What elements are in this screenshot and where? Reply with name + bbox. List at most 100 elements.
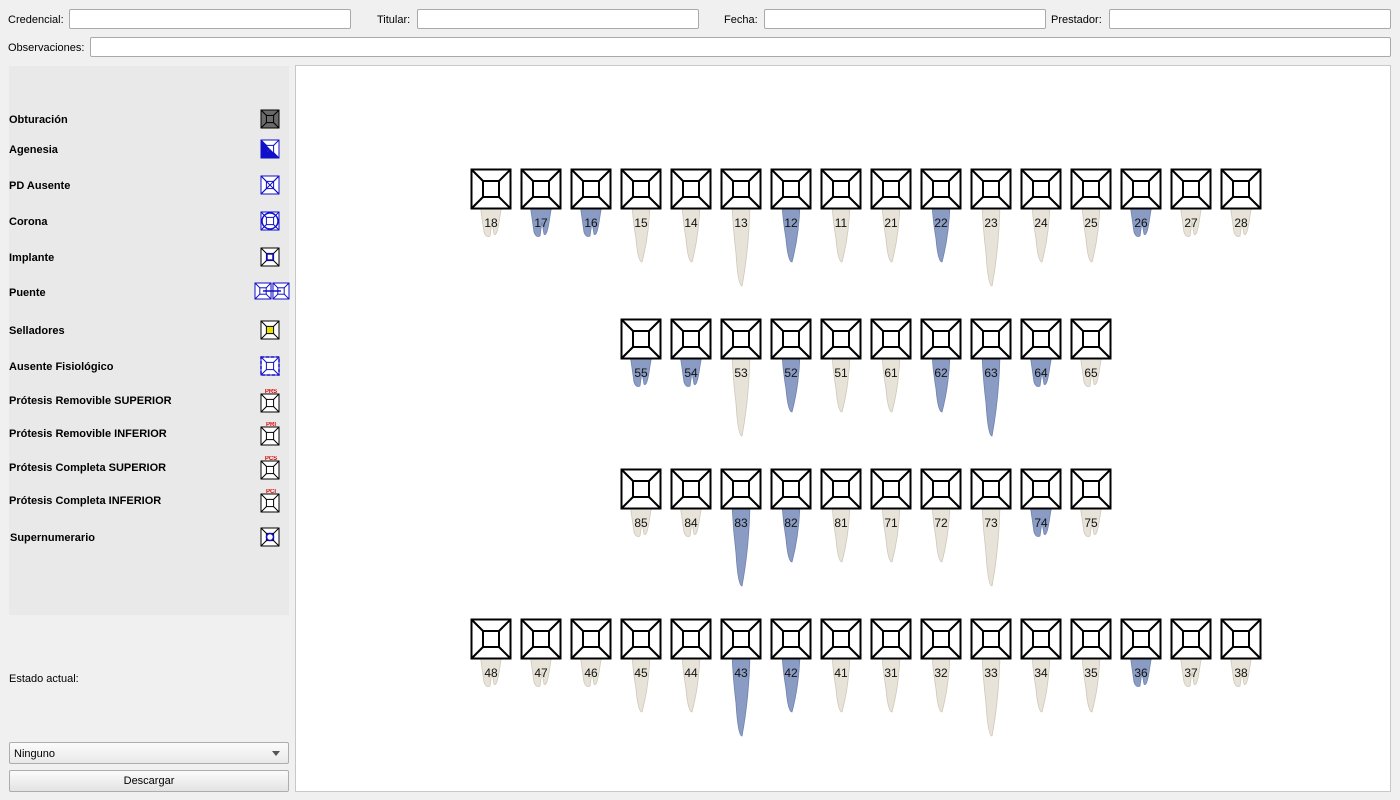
tooth-45[interactable]: 45: [620, 618, 662, 738]
tooth-55[interactable]: 55: [620, 318, 662, 438]
tooth-23[interactable]: 23: [970, 168, 1012, 288]
tooth-surface-grid[interactable]: [1220, 168, 1262, 210]
tooth-12[interactable]: 12: [770, 168, 812, 288]
tooth-surface-grid[interactable]: [970, 468, 1012, 510]
tooth-34[interactable]: 34: [1020, 618, 1062, 738]
tooth-surface-grid[interactable]: [770, 618, 812, 660]
tooth-surface-grid[interactable]: [920, 168, 962, 210]
tooth-surface-grid[interactable]: [970, 618, 1012, 660]
tooth-81[interactable]: 81: [820, 468, 862, 588]
tooth-37[interactable]: 37: [1170, 618, 1212, 738]
tooth-surface-grid[interactable]: [1170, 618, 1212, 660]
tooth-surface-grid[interactable]: [620, 618, 662, 660]
legend-item[interactable]: Prótesis Completa SUPERIOR PCS: [9, 456, 289, 480]
titular-field[interactable]: [417, 9, 699, 29]
legend-item[interactable]: Obturación: [9, 108, 289, 132]
tooth-surface-grid[interactable]: [720, 468, 762, 510]
tooth-surface-grid[interactable]: [1220, 618, 1262, 660]
tooth-83[interactable]: 83: [720, 468, 762, 588]
fecha-field[interactable]: [764, 9, 1046, 29]
tooth-26[interactable]: 26: [1120, 168, 1162, 288]
tooth-64[interactable]: 64: [1020, 318, 1062, 438]
tooth-16[interactable]: 16: [570, 168, 612, 288]
observaciones-field[interactable]: [90, 37, 1391, 57]
tooth-11[interactable]: 11: [820, 168, 862, 288]
tooth-surface-grid[interactable]: [620, 168, 662, 210]
tooth-42[interactable]: 42: [770, 618, 812, 738]
tooth-73[interactable]: 73: [970, 468, 1012, 588]
tooth-surface-grid[interactable]: [1020, 618, 1062, 660]
tooth-44[interactable]: 44: [670, 618, 712, 738]
legend-item[interactable]: Agenesia: [9, 138, 289, 162]
legend-item[interactable]: Implante: [9, 246, 289, 270]
tooth-84[interactable]: 84: [670, 468, 712, 588]
tooth-22[interactable]: 22: [920, 168, 962, 288]
tooth-surface-grid[interactable]: [570, 168, 612, 210]
tooth-24[interactable]: 24: [1020, 168, 1062, 288]
tooth-surface-grid[interactable]: [670, 168, 712, 210]
tooth-54[interactable]: 54: [670, 318, 712, 438]
tooth-surface-grid[interactable]: [620, 468, 662, 510]
tooth-surface-grid[interactable]: [670, 318, 712, 360]
tooth-surface-grid[interactable]: [1170, 168, 1212, 210]
tooth-surface-grid[interactable]: [720, 618, 762, 660]
download-button[interactable]: Descargar: [9, 770, 289, 792]
tooth-75[interactable]: 75: [1070, 468, 1112, 588]
legend-item[interactable]: Prótesis Removible SUPERIOR PRS: [9, 389, 289, 413]
prestador-field[interactable]: [1109, 9, 1391, 29]
tooth-48[interactable]: 48: [470, 618, 512, 738]
tooth-25[interactable]: 25: [1070, 168, 1112, 288]
tooth-surface-grid[interactable]: [970, 168, 1012, 210]
tooth-surface-grid[interactable]: [620, 318, 662, 360]
tooth-surface-grid[interactable]: [1120, 168, 1162, 210]
tooth-surface-grid[interactable]: [1070, 618, 1112, 660]
tooth-surface-grid[interactable]: [470, 168, 512, 210]
tooth-51[interactable]: 51: [820, 318, 862, 438]
tooth-surface-grid[interactable]: [870, 618, 912, 660]
tooth-47[interactable]: 47: [520, 618, 562, 738]
tooth-85[interactable]: 85: [620, 468, 662, 588]
tooth-14[interactable]: 14: [670, 168, 712, 288]
legend-item[interactable]: Puente: [9, 281, 290, 305]
tooth-53[interactable]: 53: [720, 318, 762, 438]
tooth-31[interactable]: 31: [870, 618, 912, 738]
tooth-surface-grid[interactable]: [1120, 618, 1162, 660]
tooth-61[interactable]: 61: [870, 318, 912, 438]
tooth-surface-grid[interactable]: [1020, 318, 1062, 360]
tooth-surface-grid[interactable]: [820, 468, 862, 510]
tooth-surface-grid[interactable]: [770, 168, 812, 210]
credencial-field[interactable]: [69, 9, 351, 29]
tooth-38[interactable]: 38: [1220, 618, 1262, 738]
tooth-surface-grid[interactable]: [920, 318, 962, 360]
legend-item[interactable]: Corona: [9, 210, 289, 234]
tooth-41[interactable]: 41: [820, 618, 862, 738]
legend-item[interactable]: Prótesis Completa INFERIOR PCI: [9, 489, 289, 513]
tooth-72[interactable]: 72: [920, 468, 962, 588]
tooth-surface-grid[interactable]: [770, 468, 812, 510]
tooth-surface-grid[interactable]: [720, 168, 762, 210]
tooth-surface-grid[interactable]: [1070, 318, 1112, 360]
tooth-surface-grid[interactable]: [920, 618, 962, 660]
tooth-33[interactable]: 33: [970, 618, 1012, 738]
tooth-surface-grid[interactable]: [770, 318, 812, 360]
tooth-surface-grid[interactable]: [820, 318, 862, 360]
tooth-17[interactable]: 17: [520, 168, 562, 288]
tooth-surface-grid[interactable]: [470, 618, 512, 660]
tooth-62[interactable]: 62: [920, 318, 962, 438]
tooth-surface-grid[interactable]: [520, 168, 562, 210]
tooth-63[interactable]: 63: [970, 318, 1012, 438]
tooth-36[interactable]: 36: [1120, 618, 1162, 738]
tooth-15[interactable]: 15: [620, 168, 662, 288]
tooth-surface-grid[interactable]: [970, 318, 1012, 360]
legend-item[interactable]: Supernumerario: [9, 526, 289, 550]
tooth-surface-grid[interactable]: [1020, 168, 1062, 210]
legend-item[interactable]: Ausente Fisiológico: [9, 355, 289, 379]
tooth-surface-grid[interactable]: [1070, 168, 1112, 210]
tooth-surface-grid[interactable]: [670, 618, 712, 660]
tooth-surface-grid[interactable]: [670, 468, 712, 510]
tooth-43[interactable]: 43: [720, 618, 762, 738]
tooth-surface-grid[interactable]: [520, 618, 562, 660]
tooth-32[interactable]: 32: [920, 618, 962, 738]
tooth-65[interactable]: 65: [1070, 318, 1112, 438]
tooth-surface-grid[interactable]: [820, 618, 862, 660]
